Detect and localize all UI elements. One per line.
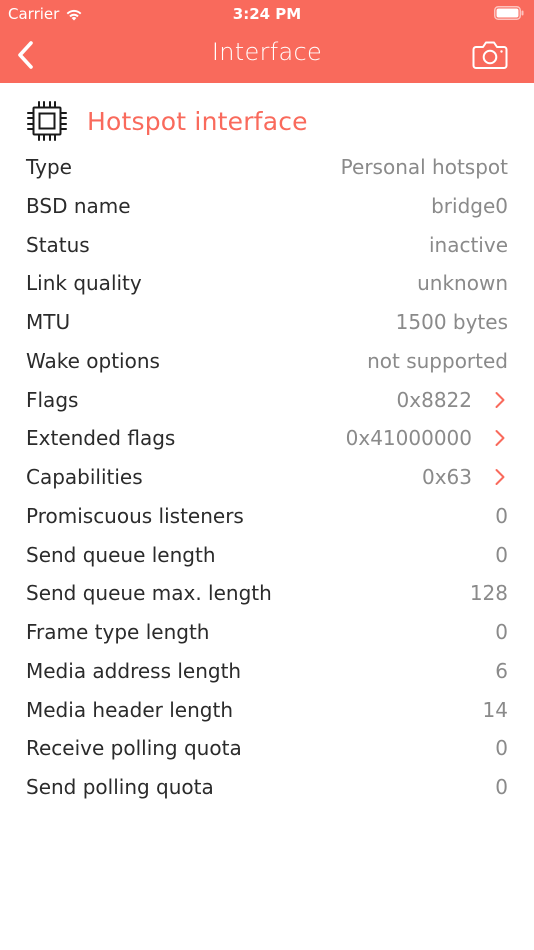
row-label: Media header length [26,697,233,722]
row-label: Capabilities [26,465,143,489]
row-value-group: inactive [429,233,508,257]
row-label: Receive polling quota [26,736,242,761]
row-label: Status [26,232,90,257]
detail-row: Frame type length 0 [26,613,508,651]
detail-row-link[interactable]: Flags 0x8822 [26,381,508,419]
row-value: 0x63 [421,465,472,489]
row-value-group: 6 [495,659,508,683]
page-title: Interface [211,38,323,66]
row-value-group: 0x8822 [397,388,508,412]
row-value-group: 1500 bytes [396,310,508,334]
detail-row: Type Personal hotspot [26,148,508,186]
row-value-group: 0x63 [422,465,508,489]
row-value: Personal hotspot [340,155,508,179]
row-value: bridge0 [431,193,508,218]
clock: 3:24 PM [232,5,302,23]
row-label: Extended flags [26,426,176,451]
detail-row: Promiscuous listeners 0 [26,497,508,535]
chevron-right-icon[interactable] [494,468,506,486]
navigation-bar: Interface [0,28,534,83]
row-value-group: 0 [495,504,508,528]
row-label: Type [26,155,72,179]
camera-icon[interactable] [472,40,508,70]
row-value: 6 [495,658,508,683]
row-value: 0 [495,542,508,567]
row-label: BSD name [26,193,131,218]
row-value: inactive [428,232,508,257]
detail-row: Wake options not supported [26,342,508,380]
row-value-group: 0 [495,736,508,760]
row-label: Send queue max. length [26,581,272,606]
row-label: Link quality [26,271,142,296]
chevron-right-icon[interactable] [494,391,506,409]
detail-row-link[interactable]: Capabilities 0x63 [26,458,508,496]
row-value-group: 0 [495,620,508,644]
row-value-group: 0x41000000 [346,426,508,450]
row-value-group: 128 [470,581,508,605]
row-label: Promiscuous listeners [26,503,244,528]
row-value: 1500 bytes [395,310,508,334]
detail-row: Link quality unknown [26,264,508,302]
row-value: 128 [469,581,508,606]
row-value-group: 0 [495,543,508,567]
row-label: Media address length [26,658,242,683]
row-value: unknown [417,271,508,296]
battery-icon [494,6,524,20]
detail-row: MTU 1500 bytes [26,303,508,341]
row-label: MTU [26,310,71,334]
row-value: 14 [482,697,508,722]
row-value: 0 [495,620,508,644]
detail-row: Media header length 14 [26,691,508,729]
detail-row: Send queue max. length 128 [26,574,508,612]
row-value-group: 0 [495,775,508,799]
top-bar: Carrier 3:24 PM Interface [0,0,534,83]
row-value: 0 [495,736,508,761]
detail-row: BSD name bridge0 [26,187,508,225]
section-title: Hotspot interface [87,106,308,136]
row-label: Send polling quota [26,775,214,799]
row-label: Wake options [26,348,160,373]
detail-row: Send polling quota 0 [26,768,508,806]
chevron-right-icon[interactable] [494,429,506,447]
row-label: Send queue length [26,542,216,567]
detail-row: Send queue length 0 [26,536,508,574]
detail-row: Receive polling quota 0 [26,729,508,767]
row-value: 0 [495,775,508,799]
row-label: Flags [26,387,79,412]
row-value-group: unknown [417,271,508,295]
row-value-group: bridge0 [431,194,508,218]
detail-row: Status inactive [26,226,508,264]
row-value-group: 14 [483,698,508,722]
row-value-group: not supported [367,349,508,373]
row-value: 0 [495,503,508,528]
row-value: 0x41000000 [345,426,472,451]
status-bar: Carrier 3:24 PM [0,0,534,28]
row-label: Frame type length [26,620,210,644]
row-value-group: Personal hotspot [341,155,508,179]
detail-row: Media address length 6 [26,652,508,690]
chip-icon [27,101,67,141]
row-value: 0x8822 [396,387,472,412]
row-value: not supported [367,348,508,373]
detail-row-link[interactable]: Extended flags 0x41000000 [26,419,508,457]
section-header: Hotspot interface [26,99,308,143]
